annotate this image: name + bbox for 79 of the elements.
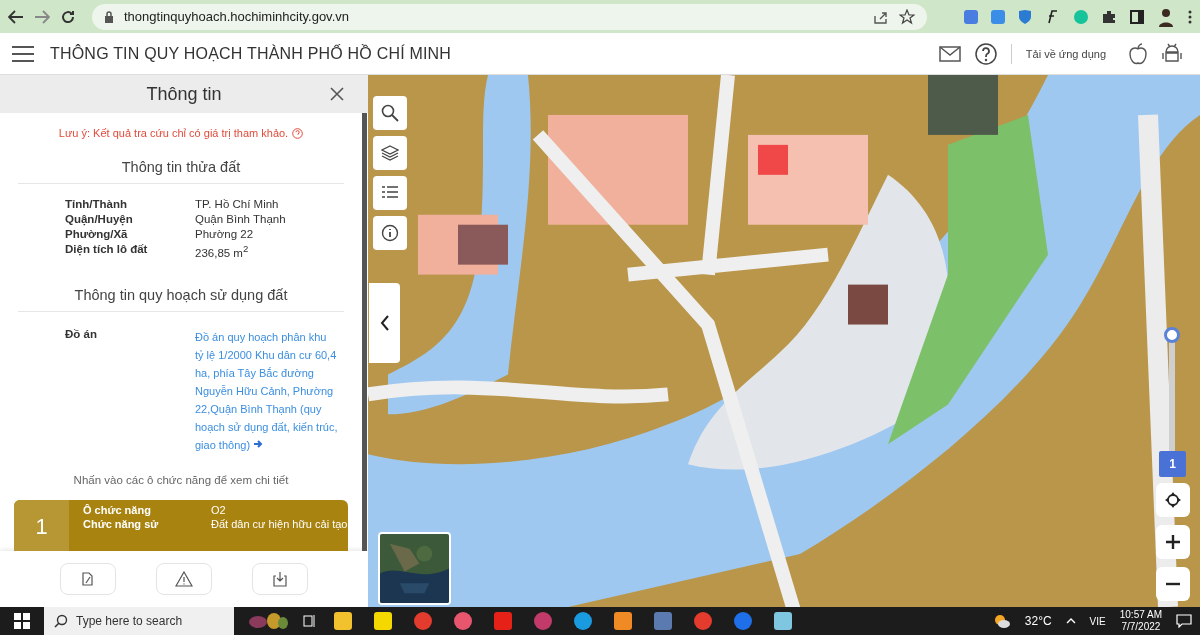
field-value: Phường 22: [195, 228, 255, 240]
app-icon[interactable]: [454, 612, 472, 630]
reload-icon[interactable]: [60, 8, 76, 25]
field-label: Phường/Xã: [65, 228, 129, 240]
field-label: Quận/Huyện: [65, 213, 134, 225]
temperature-text: 32°C: [1024, 614, 1052, 628]
zoom-in-button[interactable]: [1156, 525, 1190, 559]
lock-icon: [104, 10, 114, 23]
section-heading: Thông tin quy hoạch sử dụng đất: [18, 266, 344, 312]
download-app-link[interactable]: Tải về ứng dụng: [1025, 47, 1106, 60]
zone-label: Ô chức năng: [83, 503, 152, 516]
help-icon[interactable]: [974, 42, 997, 65]
android-icon[interactable]: [1162, 42, 1182, 65]
windows-icon[interactable]: [14, 613, 30, 629]
search-button[interactable]: [373, 96, 407, 130]
clock-time[interactable]: 10:57 AM: [1119, 609, 1162, 621]
chevron-left-icon: [379, 315, 390, 331]
search-icon: [381, 104, 399, 122]
field-label: Diện tích lô đất: [65, 243, 149, 258]
zone-value: O2: [211, 503, 227, 516]
app-icon[interactable]: [534, 612, 552, 630]
star-icon[interactable]: [899, 8, 915, 25]
download-icon: [272, 571, 288, 587]
document-icon: [80, 571, 96, 587]
taskbar-search[interactable]: Type here to search: [44, 607, 234, 635]
sidepanel-icon[interactable]: [1130, 9, 1144, 24]
forward-icon[interactable]: [34, 9, 50, 24]
fruit-icon[interactable]: [248, 612, 288, 630]
field-value: TP. Hồ Chí Minh: [195, 198, 280, 210]
notification-icon[interactable]: [1176, 614, 1192, 628]
zone-value: Đất dân cư hiện hữu cải tạo: [211, 517, 348, 530]
minus-icon: [1166, 582, 1180, 586]
clock-date[interactable]: 7/7/2022: [1121, 621, 1161, 633]
scrollbar[interactable]: [362, 113, 367, 551]
field-label: Tỉnh/Thành: [65, 198, 128, 210]
zone-label: Chức năng sử: [83, 517, 160, 530]
plan-link[interactable]: Đồ án quy hoạch phân khu tỷ lệ 1/2000 Khu dân cư 60,4 ha, phía Tây Bắc đường Nguyễn Hữu Cảnh, Phường 22,Quận Bình Thạnh (quy hoạch sử dụng đất, kiến trúc, giao thông): [195, 327, 338, 454]
layers-button[interactable]: [373, 136, 407, 170]
site-title: THÔNG TIN QUY HOẠCH THÀNH PHỐ HỒ CHÍ MINH: [50, 44, 452, 63]
document-button[interactable]: [60, 563, 116, 595]
menu-icon[interactable]: [12, 45, 34, 62]
field-value: 236,85 m$^{2}$: [195, 243, 250, 259]
plus-icon: [1166, 535, 1180, 549]
warning-icon: [175, 571, 193, 587]
notice-text: Lưu ý: Kết quả tra cứu chỉ có giá trị tham khảo.: [58, 127, 289, 139]
search-icon: [54, 614, 68, 628]
back-icon[interactable]: [8, 9, 24, 24]
address-bar[interactable]: thongtinquyhoach.hochiminhcity.gov.vn: [92, 3, 927, 30]
arrow-right-icon: [253, 438, 264, 449]
zone-card[interactable]: 1 Ô chức năng O2 Chức năng sử Đất dân cư hiện hữu cải tạo: [14, 499, 348, 551]
level-badge: 1: [1159, 451, 1186, 477]
puzzle-icon[interactable]: [1101, 8, 1117, 25]
shield-icon[interactable]: [1018, 8, 1032, 25]
apple-icon[interactable]: [1128, 42, 1148, 65]
info-icon: [381, 224, 399, 242]
panel-title: Thông tin: [146, 83, 222, 105]
info-button[interactable]: [373, 216, 407, 250]
search-placeholder: Type here to search: [76, 614, 183, 628]
list-button[interactable]: [373, 176, 407, 210]
close-icon[interactable]: [330, 87, 344, 101]
section-heading: Thông tin thửa đất: [18, 139, 344, 184]
mail-icon[interactable]: [938, 45, 961, 62]
hint-text: Nhấn vào các ô chức năng để xem chi tiết: [72, 472, 290, 488]
share-icon[interactable]: [873, 9, 889, 24]
zone-number: 1: [14, 499, 69, 551]
language-indicator[interactable]: VIE: [1089, 615, 1106, 627]
layers-icon: [381, 144, 399, 162]
field-label: Đồ án: [65, 327, 98, 342]
chevron-up-icon[interactable]: [1065, 618, 1076, 624]
warning-button[interactable]: [156, 563, 212, 595]
download-button[interactable]: [252, 563, 308, 595]
task-view-icon[interactable]: [302, 614, 316, 628]
avatar-icon[interactable]: [1157, 6, 1175, 27]
crosshair-icon: [1165, 492, 1181, 508]
zoom-out-button[interactable]: [1156, 567, 1190, 601]
menu-icon[interactable]: [1188, 9, 1192, 24]
field-value: Quận Bình Thạnh: [195, 213, 287, 225]
weather-icon: [992, 613, 1011, 629]
locate-button[interactable]: [1156, 483, 1190, 517]
